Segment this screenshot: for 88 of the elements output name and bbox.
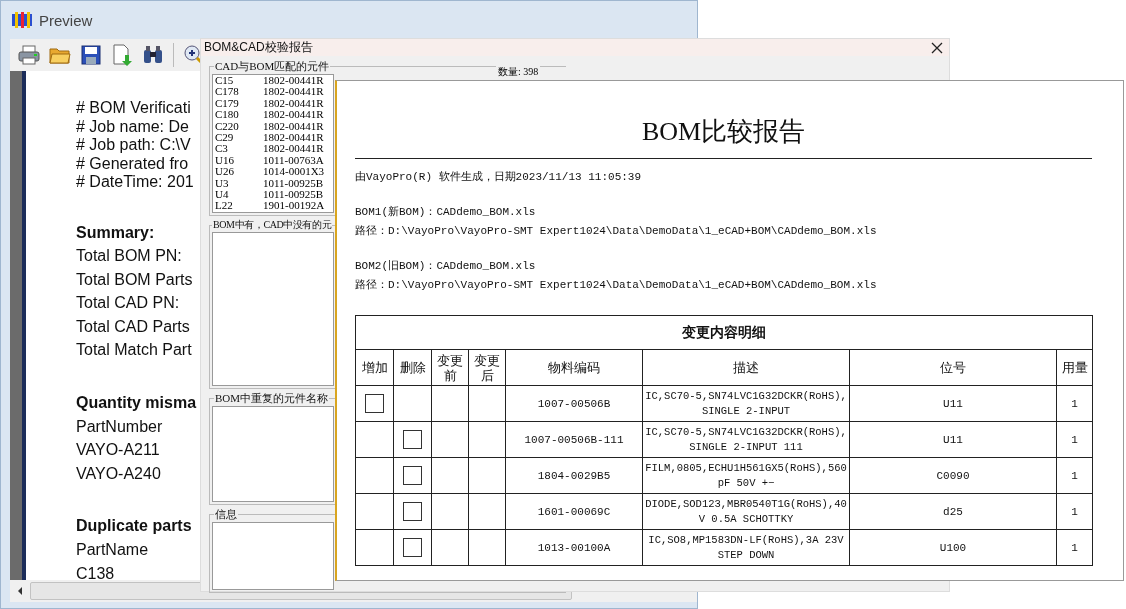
section-heading: Duplicate parts: [76, 516, 192, 537]
list-item[interactable]: C178 1802-00441R: [213, 86, 333, 98]
binoculars-icon[interactable]: [142, 44, 164, 66]
export-icon[interactable]: [111, 44, 133, 66]
list-item[interactable]: U26 1014-0001X3: [213, 166, 333, 178]
column-header: 变更前: [431, 349, 469, 386]
list-item[interactable]: C180 1802-00441R: [213, 109, 333, 121]
table-cell: 1601-00069C: [505, 493, 643, 530]
report-line: PartName: [76, 540, 149, 561]
list-item[interactable]: C3 1802-00441R: [213, 143, 333, 155]
table-cell: U100: [849, 529, 1057, 566]
list-item[interactable]: L22 1901-00192A: [213, 200, 333, 212]
report-line: Total Match Part: [76, 340, 192, 361]
report-line: Total BOM PN:: [76, 246, 182, 267]
column-header: 增加: [355, 349, 394, 386]
table-cell: 1: [1056, 421, 1093, 458]
list-item[interactable]: U4 1011-00925B: [213, 189, 333, 201]
table-cell: 1013-00100A: [505, 529, 643, 566]
list-item[interactable]: U3 1011-00925B: [213, 177, 333, 190]
list-box[interactable]: C15 1802-00441R C178 1802-00441R C179 1802-00441R C180 1802-00441R C220 1802-00441R C29 1802-00441R C3 1802-00441R U16 1011-00763A U26 1014-0001X3 U3 1011-00925B U4 1011-00925B L22 1901-00192A: [212, 74, 334, 213]
list-box[interactable]: [212, 232, 334, 386]
table-cell: C0090: [849, 457, 1057, 494]
table-cell: IC,SC70-5,SN74LVC1G32DCKR(RoHS),SINGLE 2-INPUT 111: [642, 421, 850, 458]
report-line: PartNumber: [76, 416, 163, 437]
app-icon: [11, 11, 33, 29]
group-title: 信息: [214, 507, 238, 522]
checkbox[interactable]: [403, 538, 422, 557]
bom-label: BOM1(新BOM)：CADdemo_BOM.xls: [355, 205, 537, 220]
table-cell: 1804-0029B5: [505, 457, 643, 494]
column-header: 描述: [642, 349, 850, 386]
table-cell: U11: [849, 385, 1057, 422]
report-line: # BOM Verificati: [76, 99, 191, 118]
table-cell: IC,SO8,MP1583DN-LF(RoHS),3A 23V STEP DOWN: [642, 529, 850, 566]
checkbox[interactable]: [403, 430, 422, 449]
table-cell: DIODE,SOD123,MBR0540T1G(RoHS),40V 0.5A SCHOTTKY: [642, 493, 850, 530]
list-item[interactable]: C15 1802-00441R: [213, 75, 333, 87]
scroll-left-icon[interactable]: [16, 586, 24, 596]
column-header: 物料编码: [505, 349, 643, 386]
count-label: 数量: 398: [496, 66, 541, 77]
list-item[interactable]: U16 1011-00763A: [213, 154, 333, 167]
group-title: CAD与BOM匹配的元件: [214, 59, 331, 74]
print-icon[interactable]: [18, 44, 40, 66]
generated-text: 由VayoPro(R) 软件生成，日期2023/11/13 11:05:39: [355, 170, 643, 185]
column-header: 变更后: [468, 349, 506, 386]
section-heading: Quantity misma: [76, 393, 197, 414]
table-cell: 1007-00506B-111: [505, 421, 643, 458]
report-line: Total CAD Parts: [76, 316, 190, 337]
checkbox[interactable]: [403, 502, 422, 521]
report-line: # DateTime: 201: [76, 173, 194, 192]
report-line: # Job path: C:\V: [76, 136, 191, 155]
report-line: # Generated fro: [76, 154, 189, 173]
checkbox[interactable]: [403, 466, 422, 485]
report-line: Total CAD PN:: [76, 293, 180, 314]
column-header: 位号: [849, 349, 1057, 386]
group-title: BOM中重复的元件名称: [214, 391, 330, 406]
table-cell: U11: [849, 421, 1057, 458]
checkbox[interactable]: [365, 394, 384, 413]
report-line: C138: [76, 563, 115, 580]
save-icon[interactable]: [80, 44, 102, 66]
table-cell: 1007-00506B: [505, 385, 643, 422]
column-header: 用量: [1056, 349, 1093, 386]
table-cell: IC,SC70-5,SN74LVC1G32DCKR(RoHS),SINGLE 2-INPUT: [642, 385, 850, 422]
report-line: VAYO-A240: [76, 463, 161, 484]
list-box[interactable]: [212, 406, 334, 502]
file-path: 路径：D:\VayoPro\VayoPro-SMT Expert1024\Data\DemoData\1_eCAD+BOM\CADdemo_BOM.xls: [355, 224, 878, 239]
list-item[interactable]: C29 1802-00441R: [213, 132, 333, 144]
list-item[interactable]: C220 1802-00441R: [213, 120, 333, 133]
group-title: BOM中有，CAD中没有的元: [212, 218, 333, 232]
table-cell: FILM,0805,ECHU1H561GX5(RoHS),560pF 50V +−: [642, 457, 850, 494]
table-cell: 1: [1056, 529, 1093, 566]
bom-label: BOM2(旧BOM)：CADdemo_BOM.xls: [355, 259, 537, 274]
file-path: 路径：D:\VayoPro\VayoPro-SMT Expert1024\Data\DemoData\1_eCAD+BOM\CADdemo_BOM.xls: [355, 278, 878, 293]
table-cell: 1: [1056, 457, 1093, 494]
table-caption: 变更内容明细: [355, 315, 1093, 350]
table-cell: 1: [1056, 493, 1093, 530]
column-header: 删除: [393, 349, 432, 386]
report-title: BOM比较报告: [640, 116, 807, 148]
report-line: # Job name: De: [76, 117, 189, 136]
dialog-title: BOM&CAD校验报告: [204, 39, 313, 56]
section-heading: Summary:: [76, 222, 155, 243]
table-cell: d25: [849, 493, 1057, 530]
table-cell: 1: [1056, 385, 1093, 422]
list-item[interactable]: C179 1802-00441R: [213, 97, 333, 110]
close-icon[interactable]: [931, 41, 943, 54]
report-line: Total BOM Parts: [76, 269, 193, 290]
list-box[interactable]: [212, 522, 334, 590]
window-title: Preview: [39, 11, 93, 29]
report-line: VAYO-A211: [76, 440, 160, 461]
